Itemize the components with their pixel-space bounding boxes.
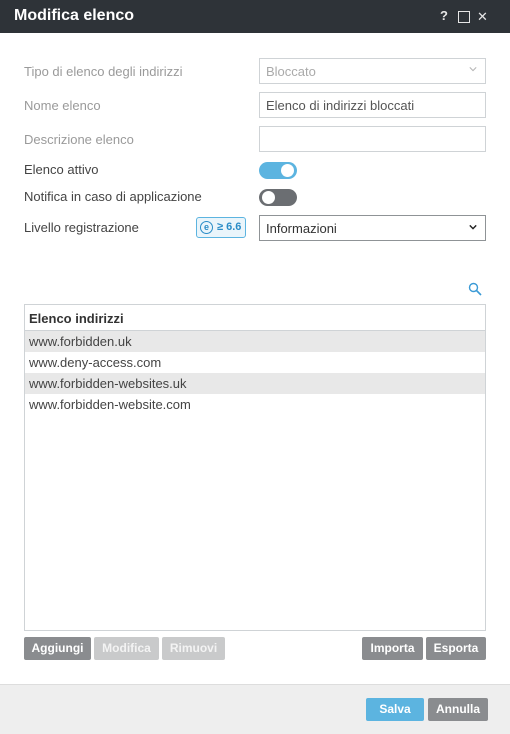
add-button[interactable]: Aggiungi [24, 637, 91, 660]
list-item[interactable]: www.forbidden-website.com [25, 394, 485, 415]
log-level-value: Informazioni [266, 221, 337, 236]
toggle-knob [281, 164, 294, 177]
list-name-value: Elenco di indirizzi bloccati [266, 98, 415, 113]
chevron-down-icon [469, 67, 477, 72]
address-list-header: Elenco indirizzi [25, 305, 485, 331]
notify-label: Notifica in caso di applicazione [24, 189, 202, 204]
dialog-title: Modifica elenco [14, 7, 135, 24]
import-button[interactable]: Importa [362, 637, 423, 660]
toggle-knob [262, 191, 275, 204]
cancel-button[interactable]: Annulla [428, 698, 488, 721]
maximize-icon[interactable] [458, 11, 470, 23]
list-type-value: Bloccato [266, 64, 316, 79]
list-active-label: Elenco attivo [24, 162, 99, 177]
list-item[interactable]: www.forbidden-websites.uk [25, 373, 485, 394]
help-icon[interactable]: ? [440, 8, 448, 24]
log-level-select[interactable]: Informazioni [259, 215, 486, 241]
list-name-label: Nome elenco [24, 98, 101, 113]
dialog-footer: Salva Annulla [0, 684, 510, 734]
list-type-select: Bloccato [259, 58, 486, 84]
search-icon[interactable] [468, 282, 482, 296]
edit-button[interactable]: Modifica [94, 637, 159, 660]
version-badge: e ≥ 6.6 [196, 217, 246, 238]
list-type-label: Tipo di elenco degli indirizzi [24, 64, 183, 79]
notify-toggle[interactable] [259, 189, 297, 206]
export-button[interactable]: Esporta [426, 637, 486, 660]
list-name-input[interactable]: Elenco di indirizzi bloccati [259, 92, 486, 118]
chevron-down-icon [469, 224, 477, 230]
address-list[interactable]: Elenco indirizzi www.forbidden.uk www.de… [24, 304, 486, 631]
remove-button[interactable]: Rimuovi [162, 637, 225, 660]
version-badge-text: ≥ 6.6 [217, 221, 242, 233]
list-item[interactable]: www.forbidden.uk [25, 331, 485, 352]
save-button[interactable]: Salva [366, 698, 424, 721]
eset-version-icon: e [200, 221, 213, 234]
title-bar: Modifica elenco ? ✕ [0, 0, 510, 33]
close-icon[interactable]: ✕ [477, 9, 488, 25]
list-description-label: Descrizione elenco [24, 132, 134, 147]
log-level-label: Livello registrazione [24, 220, 139, 235]
list-description-input[interactable] [259, 126, 486, 152]
list-active-toggle[interactable] [259, 162, 297, 179]
list-item[interactable]: www.deny-access.com [25, 352, 485, 373]
